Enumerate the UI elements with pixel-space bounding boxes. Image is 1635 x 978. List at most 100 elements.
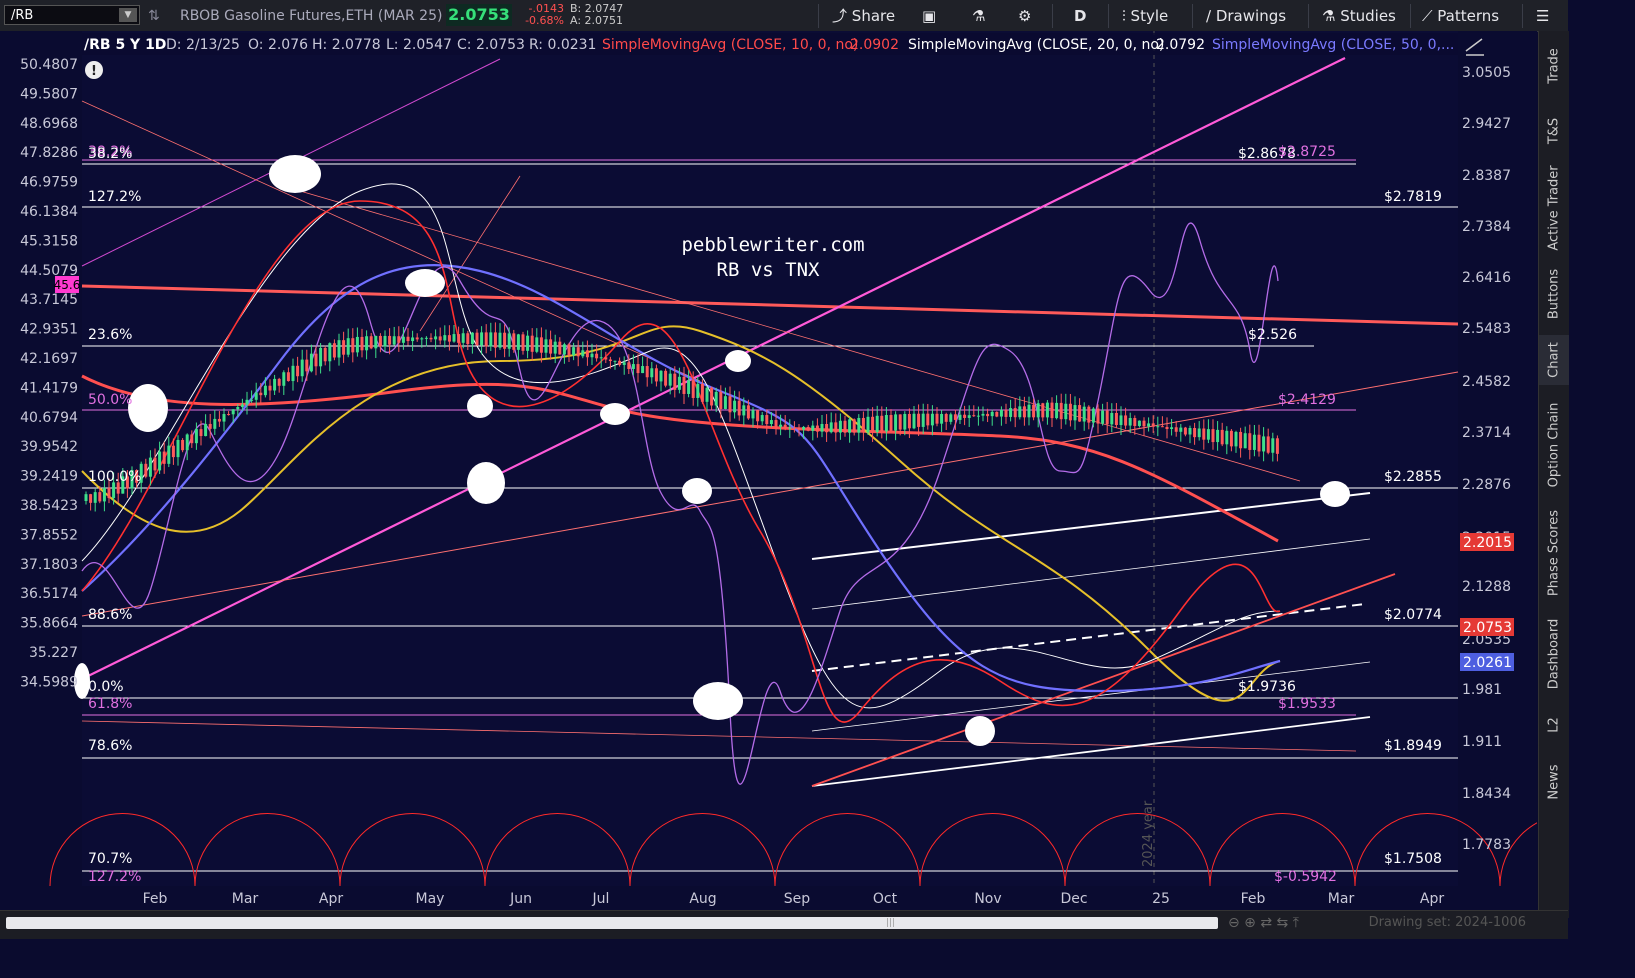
candle-body [1147,423,1151,427]
right-axis-tick: 1.911 [1462,734,1502,750]
time-scrollbar[interactable]: ||| [6,917,1218,929]
candle-body [1004,409,1008,417]
candle-body [1229,430,1233,447]
candle-body [89,494,93,503]
candle-body [291,365,295,382]
right-axis-tick: 2.3714 [1462,425,1511,441]
candle-body [949,414,953,422]
last-price: 2.0753 [446,4,512,26]
candle-body [1041,403,1045,418]
symbol-selector[interactable]: /RB ▼ [4,5,140,25]
flask-button[interactable]: ⚗ [972,5,985,27]
info-bar-item: R: 0.0231 [529,37,596,53]
candle-body [558,341,562,355]
candle-body [769,420,773,425]
side-tab-label: Chart [1546,342,1562,378]
candle-body [889,415,893,431]
month-tick: Mar [1328,891,1355,907]
candle-body [171,445,175,458]
candle-body [783,424,787,429]
side-tab-buttons[interactable]: Buttons [1539,263,1569,325]
candle-body [1055,402,1059,419]
share-button[interactable]: ⤴ Share [832,5,895,27]
toolbar-divider [1192,4,1193,28]
patterns-button[interactable]: ⟋ Patterns [1422,5,1499,27]
candle-body [733,400,737,413]
chevron-down-icon[interactable]: ▼ [119,8,137,22]
price-chart[interactable]: 2024 year 50.4807 49.5807 48.6968 47.8286 46… [0,31,1537,918]
candle-body [682,376,686,394]
drawings-button[interactable]: ∕ Drawings [1206,5,1286,27]
candle-body [475,332,479,346]
menu-button[interactable]: ☰ [1536,5,1549,27]
side-tab-trade[interactable]: Trade [1539,33,1569,99]
right-axis-tick: 2.1288 [1462,579,1511,595]
candle-body [553,341,557,354]
info-bar-item: 2.0792 [1156,37,1205,53]
screenshot-button[interactable]: ▣ [922,5,936,27]
studies-button[interactable]: ⚗ Studies [1322,5,1396,27]
candle-body [176,439,180,458]
candle-body [1206,429,1210,440]
candle-body [774,420,778,427]
right-axis-tick: 1.8434 [1462,786,1511,802]
candle-body [286,372,290,382]
highlight-oval [1320,481,1350,507]
candle-body [314,353,318,367]
side-tab-phase-scores[interactable]: Phase Scores [1539,505,1569,601]
side-tab-option-chain[interactable]: Option Chain [1539,395,1569,495]
side-tab-dashboard[interactable]: Dashboard [1539,611,1569,697]
period-button[interactable]: D [1074,5,1086,27]
candle-body [1142,420,1146,427]
candle-body [921,413,925,427]
left-axis-tick: 39.9542 [20,439,78,455]
candle-body [1156,426,1160,428]
candle-body [365,336,369,351]
month-tick: Mar [232,891,259,907]
zoom-controls[interactable]: ⊖ ⊕ ⇄ ⇆ ⤒ [1228,915,1299,931]
side-tab-t-s[interactable]: T&S [1539,109,1569,153]
highlight-oval [405,269,445,297]
candle-body [930,413,934,426]
candle-body [848,419,852,433]
settings-button[interactable]: ⚙ [1018,5,1031,27]
candle-body [217,418,221,422]
candle-body [834,422,838,433]
side-tab-news[interactable]: News [1539,753,1569,811]
candle-body [148,457,152,477]
candle-body [650,368,654,378]
side-tab-l2[interactable]: L2 [1539,707,1569,743]
side-tab-label: News [1546,764,1562,800]
scroll-grip-icon[interactable]: ||| [886,918,898,928]
right-axis-tick: 2.7384 [1462,219,1511,235]
fib-label: $-0.5942 [1274,869,1337,885]
right-axis-tick: 2.4582 [1462,374,1511,390]
candle-body [604,357,608,360]
candle-body [1179,427,1183,432]
fib-label: $2.4129 [1278,392,1336,408]
candle-body [328,343,332,362]
candle-body [613,360,617,362]
right-axis-tick: 2.8387 [1462,168,1511,184]
style-label: Style [1130,7,1169,25]
highlight-oval [965,716,995,746]
candle-body [691,380,695,398]
candle-body [705,387,709,402]
month-tick: Aug [689,891,716,907]
candle-body [1050,402,1054,419]
side-tab-active-trader[interactable]: Active Trader [1539,163,1569,253]
right-axis-tick: 2.5483 [1462,321,1511,337]
fib-label: 127.2% [88,189,141,205]
flask-icon: ⚗ [972,7,986,25]
side-tab-chart[interactable]: Chart [1539,335,1569,385]
candle-body [576,347,580,357]
candle-body [912,413,916,429]
candle-body [355,336,359,353]
draw-tool-button[interactable] [1460,35,1492,57]
style-button[interactable]: ⫶ Style [1122,5,1168,27]
link-icon[interactable]: ⇅ [148,8,160,24]
change-percent: -0.68% [525,14,564,27]
candle-body [1160,426,1164,428]
candle-body [434,336,438,340]
candle-body [1101,410,1105,424]
